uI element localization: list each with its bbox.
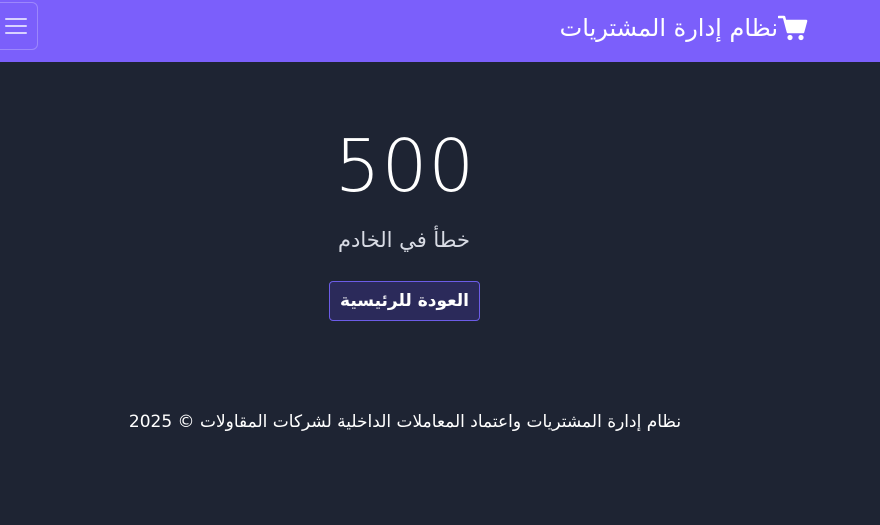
top-navbar: نظام إدارة المشتريات xyxy=(0,0,880,62)
footer-copyright: نظام إدارة المشتريات واعتماد المعاملات ا… xyxy=(128,412,682,432)
error-message: خطأ في الخادم xyxy=(337,228,471,252)
error-code: 500 xyxy=(334,124,476,208)
shopping-cart-icon xyxy=(778,15,808,41)
back-home-button[interactable]: العودة للرئيسية xyxy=(329,281,480,321)
navbar-brand[interactable]: نظام إدارة المشتريات xyxy=(560,11,810,45)
brand-title: نظام إدارة المشتريات xyxy=(559,14,778,42)
hamburger-menu-icon xyxy=(5,18,27,34)
menu-toggle-button[interactable] xyxy=(0,2,38,50)
